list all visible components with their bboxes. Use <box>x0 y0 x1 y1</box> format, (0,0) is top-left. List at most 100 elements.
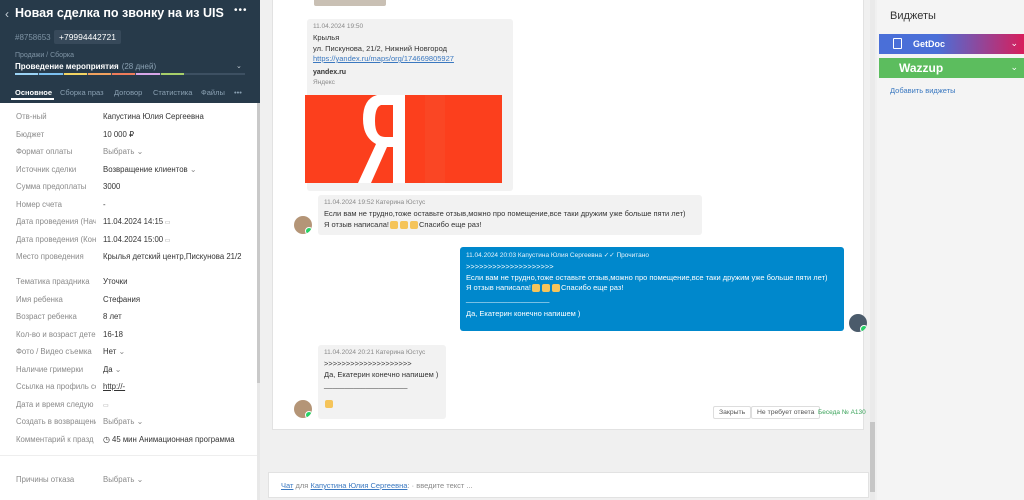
chat-mode-select[interactable]: Чат <box>281 481 293 490</box>
calendar-icon[interactable]: ▭ <box>163 220 171 226</box>
field-value[interactable]: Нет ⌄ <box>103 347 253 357</box>
message-meta: 11.04.2024 19:52 Катерина Юстус <box>324 199 426 206</box>
field-value[interactable]: Стефания <box>103 295 253 305</box>
field-value[interactable]: Капустина Юлия Сергеевна <box>103 112 253 122</box>
manager-avatar[interactable] <box>849 314 867 332</box>
field-value[interactable]: 16-18 <box>103 330 253 340</box>
contact-avatar[interactable] <box>294 400 312 418</box>
feed-scrollbar-thumb[interactable] <box>870 422 875 492</box>
more-menu-icon[interactable]: ••• <box>234 5 248 16</box>
phone-tag[interactable]: +79994442721 <box>54 30 121 44</box>
chevron-down-icon[interactable]: ⌄ <box>1010 38 1018 49</box>
field-value-text: 8 лет <box>103 312 122 321</box>
field-label: Бюджет <box>16 129 45 139</box>
preview-site-sub: Яндекс <box>313 79 335 86</box>
chevron-down-icon[interactable]: ⌄ <box>236 62 242 70</box>
thumbs-up-icon <box>389 220 398 229</box>
field-row: Бюджет 10 000 ₽ <box>0 128 258 144</box>
field-value-text: Да <box>103 364 113 374</box>
stage-segment <box>87 73 112 75</box>
yandex-logo-image[interactable] <box>305 95 502 183</box>
field-value[interactable]: 3000 <box>103 182 253 192</box>
field-value-text: Капустина Юлия Сергеевна <box>103 112 204 121</box>
yandex-logo-graphic <box>305 95 502 183</box>
message-text: Крылья <box>313 33 340 42</box>
getdoc-widget[interactable]: GetDoc ⌄ <box>879 34 1024 54</box>
stage-select[interactable]: Проведение мероприятия (28 дней) <box>15 62 156 71</box>
wazzup-widget[interactable]: Wazzup ⌄ <box>879 58 1024 78</box>
field-label: Дата проведения (Кон <box>16 234 96 244</box>
add-widgets-link[interactable]: Добавить виджеты <box>890 86 956 95</box>
outgoing-message-bubble: 11.04.2024 20:03 Капустина Юлия Сергеевн… <box>460 247 844 331</box>
calendar-icon[interactable]: ▭ <box>163 238 171 244</box>
thumbs-up-icon <box>541 284 550 293</box>
tab-3[interactable]: Статистика <box>153 88 192 97</box>
field-label: Тематика праздника <box>16 277 90 286</box>
tab-0[interactable]: Основное <box>15 88 52 97</box>
back-icon[interactable]: ‹ <box>5 7 9 21</box>
message-text: Я отзыв написала! <box>324 219 389 229</box>
field-value[interactable]: 11.04.2024 15:00 ▭ <box>103 235 253 246</box>
field-value[interactable]: ▭ <box>103 400 253 411</box>
field-value-text: http://- <box>103 382 126 391</box>
calendar-icon[interactable]: ▭ <box>103 403 109 409</box>
contact-avatar[interactable] <box>294 216 312 234</box>
field-label: Имя ребенка <box>16 294 63 304</box>
deal-title[interactable]: Новая сделка по звонку на из UIS <box>15 6 225 20</box>
field-value-text: Выбрать <box>103 147 135 156</box>
field-value-text: Нет <box>103 347 117 356</box>
stage-segment <box>39 73 63 75</box>
tabs-more-icon[interactable]: ••• <box>234 88 242 97</box>
field-value[interactable]: Крылья детский центр,Пискунова 21/2 <box>103 252 253 262</box>
message-meta: 11.04.2024 20:03 Капустина Юлия Сергеевн… <box>466 252 602 259</box>
field-value[interactable]: 11.04.2024 14:15 ▭ <box>103 217 253 228</box>
field-row: Тематика праздника Уточки <box>0 275 258 291</box>
tab-4[interactable]: Файлы <box>201 88 225 97</box>
field-value[interactable]: Да ⌄ <box>103 365 253 375</box>
chat-message-input[interactable]: введите текст ... <box>416 481 472 490</box>
close-conversation-button[interactable]: Закрыть <box>713 406 752 419</box>
deal-tabs: Основное Сборка праз Договор Статистика Файл… <box>0 85 260 103</box>
field-value[interactable]: Выбрать ⌄ <box>103 147 253 157</box>
thumbs-up-icon <box>409 220 418 229</box>
field-value[interactable]: - <box>103 200 253 210</box>
field-label: Место проведения <box>16 252 84 261</box>
stage-segment <box>15 73 39 75</box>
tab-1[interactable]: Сборка праз <box>60 88 104 97</box>
field-value[interactable]: ◷ 45 мин Анимационная программа <box>103 435 253 445</box>
field-value[interactable]: http://- <box>103 382 253 392</box>
field-value-text: Выбрать <box>103 475 135 484</box>
message-meta: 11.04.2024 19:50 <box>313 23 364 30</box>
chat-input-bar[interactable]: Чат для Капустина Юлия Сергеевна: · введ… <box>268 472 869 498</box>
field-value[interactable]: Выбрать ⌄ <box>103 475 253 485</box>
field-value-text: 45 мин Анимационная программа <box>111 434 235 444</box>
field-value-text: Крылья детский центр,Пискунова 21/2 <box>103 252 242 261</box>
field-value-text: Уточки <box>103 277 128 286</box>
stage-name: Проведение мероприятия <box>15 62 119 71</box>
field-value[interactable]: 10 000 ₽ <box>103 130 253 140</box>
chevron-down-icon: ⌄ <box>116 347 125 356</box>
chevron-down-icon: ⌄ <box>134 417 144 426</box>
field-label: Формат оплаты <box>16 147 73 156</box>
map-link[interactable]: https://yandex.ru/maps/org/174669805927 <box>313 54 454 63</box>
field-row: Дата проведения (Кон 11.04.2024 15:00 ▭ <box>0 233 258 249</box>
field-row: Отв-ный Капустина Юлия Сергеевна <box>0 110 258 126</box>
conversation-number[interactable]: Беседа № А130 <box>818 409 866 416</box>
field-label: Кол-во и возраст дете <box>16 329 96 339</box>
field-label: Отв-ный <box>16 112 47 121</box>
field-value[interactable]: Выбрать ⌄ <box>103 417 253 427</box>
field-value[interactable]: Возвращение клиентов ⌄ <box>103 165 253 175</box>
deal-header: ‹ Новая сделка по звонку на из UIS ••• #… <box>0 0 260 103</box>
field-label: Дата проведения (Нач <box>16 217 96 226</box>
feed-area: 11.04.2024 19:50 Крылья ул. Пискунова, 2… <box>260 0 877 500</box>
field-row: Сумма предоплаты 3000 <box>0 180 258 196</box>
field-row: Фото / Видео съемка Нет ⌄ <box>0 345 258 361</box>
tab-2[interactable]: Договор <box>114 88 142 97</box>
field-value[interactable]: 8 лет <box>103 312 253 322</box>
chat-recipient-select[interactable]: Капустина Юлия Сергеевна <box>310 481 407 490</box>
no-reply-needed-button[interactable]: Не требует ответа <box>751 406 821 419</box>
field-value[interactable]: Уточки <box>103 277 253 287</box>
feed-scrollbar[interactable] <box>870 0 875 500</box>
chevron-down-icon[interactable]: ⌄ <box>1010 62 1018 73</box>
field-label: Фото / Видео съемка <box>16 347 92 356</box>
